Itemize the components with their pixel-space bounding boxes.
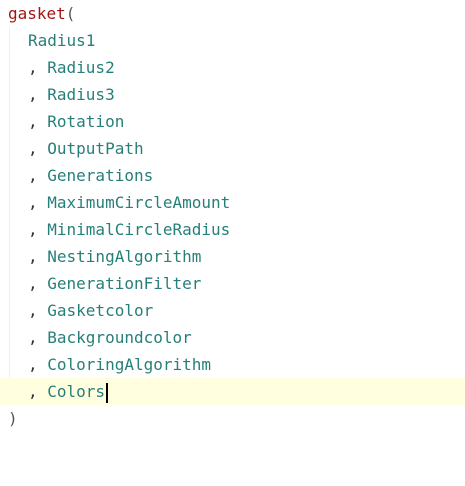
param-separator: , — [28, 382, 48, 401]
param-separator: , — [28, 85, 48, 104]
param-separator: , — [28, 301, 48, 320]
code-line-param[interactable]: , Radius3 — [0, 81, 465, 108]
param-separator: , — [28, 112, 48, 131]
param-separator: , — [28, 193, 48, 212]
param-name: Radius3 — [47, 85, 115, 104]
param-name: NestingAlgorithm — [47, 247, 202, 266]
param-name: OutputPath — [47, 139, 144, 158]
code-line-current[interactable]: , Colors — [0, 378, 465, 405]
code-line-function-call[interactable]: gasket( — [0, 0, 465, 27]
code-line-param[interactable]: , NestingAlgorithm — [0, 243, 465, 270]
param-separator: , — [28, 355, 48, 374]
param-name: Radius2 — [47, 58, 115, 77]
param-separator: , — [28, 139, 48, 158]
param-separator: , — [28, 58, 48, 77]
code-line-param[interactable]: , Backgroundcolor — [0, 324, 465, 351]
param-entry: , ColoringAlgorithm — [28, 351, 211, 378]
text-cursor — [106, 382, 109, 403]
param-name: GenerationFilter — [47, 274, 202, 293]
param-entry: , Generations — [28, 162, 153, 189]
param-separator: , — [28, 220, 48, 239]
close-entry: ) — [8, 405, 18, 432]
param-name: Gasketcolor — [47, 301, 154, 320]
param-separator: , — [28, 166, 48, 185]
code-line-param[interactable]: , OutputPath — [0, 135, 465, 162]
param-name: Backgroundcolor — [47, 328, 192, 347]
param-entry: , MinimalCircleRadius — [28, 216, 230, 243]
param-name: Radius1 — [28, 31, 96, 50]
code-line-param[interactable]: , MaximumCircleAmount — [0, 189, 465, 216]
param-entry: , Colors — [28, 378, 109, 405]
param-entry: , Gasketcolor — [28, 297, 153, 324]
code-line-param[interactable]: Radius1 — [0, 27, 465, 54]
param-entry: , Rotation — [28, 108, 124, 135]
param-separator: , — [28, 274, 48, 293]
code-line-param[interactable]: , Rotation — [0, 108, 465, 135]
code-editor[interactable]: gasket( Radius1 , Radius2 , Radius3 , Ro… — [0, 0, 465, 433]
code-line-param[interactable]: , GenerationFilter — [0, 270, 465, 297]
open-paren: ( — [65, 4, 76, 23]
param-entry: , Backgroundcolor — [28, 324, 192, 351]
param-name: Colors — [47, 382, 106, 401]
param-entry: , Radius2 — [28, 54, 115, 81]
param-name: MaximumCircleAmount — [47, 193, 231, 212]
param-entry: Radius1 — [28, 27, 95, 54]
code-line-param[interactable]: , Radius2 — [0, 54, 465, 81]
param-name: Generations — [47, 166, 154, 185]
function-name: gasket — [8, 4, 66, 23]
code-line-close[interactable]: ) — [0, 405, 465, 432]
param-entry: , Radius3 — [28, 81, 115, 108]
code-line-param[interactable]: , Generations — [0, 162, 465, 189]
param-entry: , NestingAlgorithm — [28, 243, 201, 270]
param-separator: , — [28, 328, 48, 347]
param-entry: , GenerationFilter — [28, 270, 201, 297]
param-name: ColoringAlgorithm — [47, 355, 212, 374]
param-name: MinimalCircleRadius — [47, 220, 231, 239]
function-call: gasket( — [8, 0, 75, 27]
code-line-param[interactable]: , MinimalCircleRadius — [0, 216, 465, 243]
param-entry: , MaximumCircleAmount — [28, 189, 230, 216]
param-separator: , — [28, 247, 48, 266]
close-paren: ) — [8, 409, 18, 428]
code-line-param[interactable]: , Gasketcolor — [0, 297, 465, 324]
code-line-param[interactable]: , ColoringAlgorithm — [0, 351, 465, 378]
param-entry: , OutputPath — [28, 135, 144, 162]
param-name: Rotation — [47, 112, 125, 131]
